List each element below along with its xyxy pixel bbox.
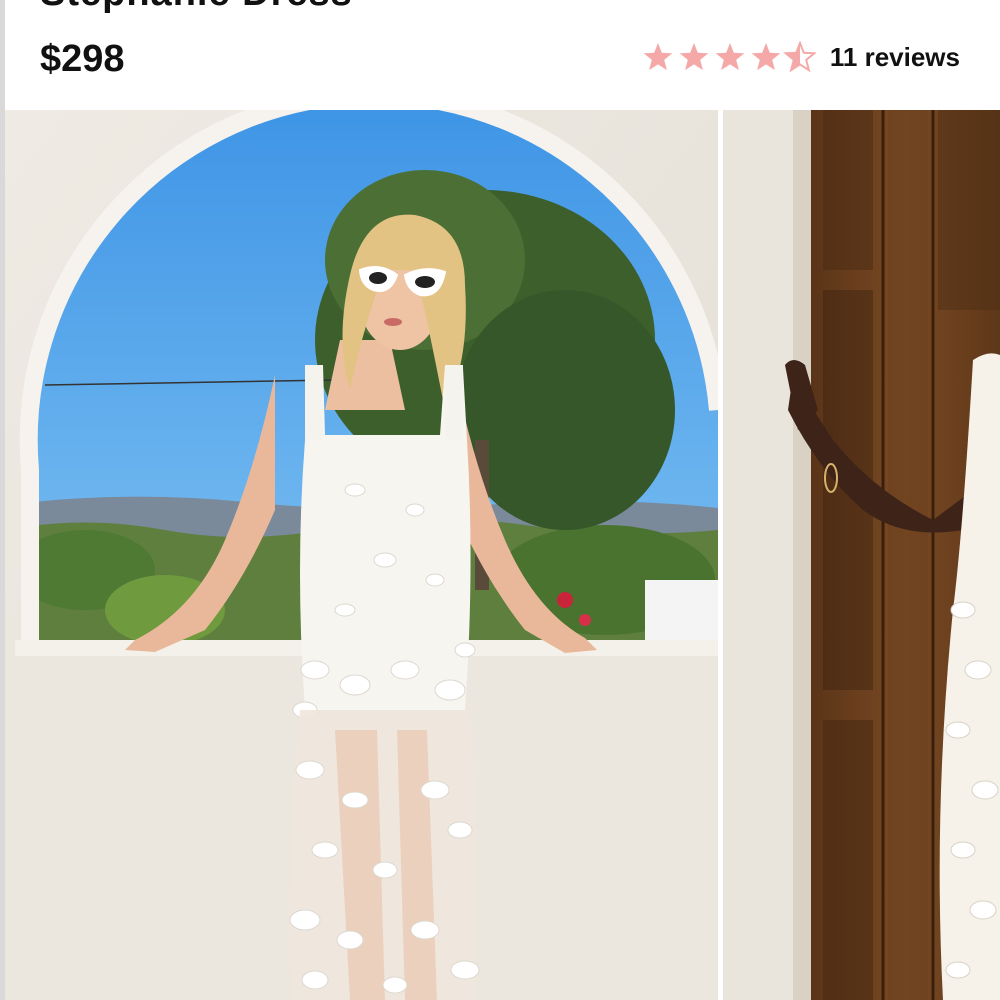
product-page: Stephanie Dress $298: [0, 0, 1000, 1000]
reviews-link[interactable]: 11 reviews: [830, 42, 960, 73]
photo-balcony-image: [5, 110, 718, 1000]
star-rating-graphic: [643, 41, 816, 73]
photo-door-image: [723, 110, 1000, 1000]
product-header: Stephanie Dress $298: [5, 0, 1000, 110]
half-star-icon: [782, 41, 816, 73]
star-icon: [751, 43, 781, 71]
star-rating: [642, 41, 816, 73]
star-icon: [643, 43, 673, 71]
product-photo-door[interactable]: [723, 110, 1000, 1000]
product-photo-balcony[interactable]: [5, 110, 718, 1000]
star-icon: [715, 43, 745, 71]
product-price: $298: [40, 38, 125, 80]
product-image-gallery[interactable]: [5, 110, 1000, 1000]
rating-summary[interactable]: 11 reviews: [642, 41, 960, 73]
star-icon: [679, 43, 709, 71]
product-title: Stephanie Dress: [40, 0, 353, 15]
